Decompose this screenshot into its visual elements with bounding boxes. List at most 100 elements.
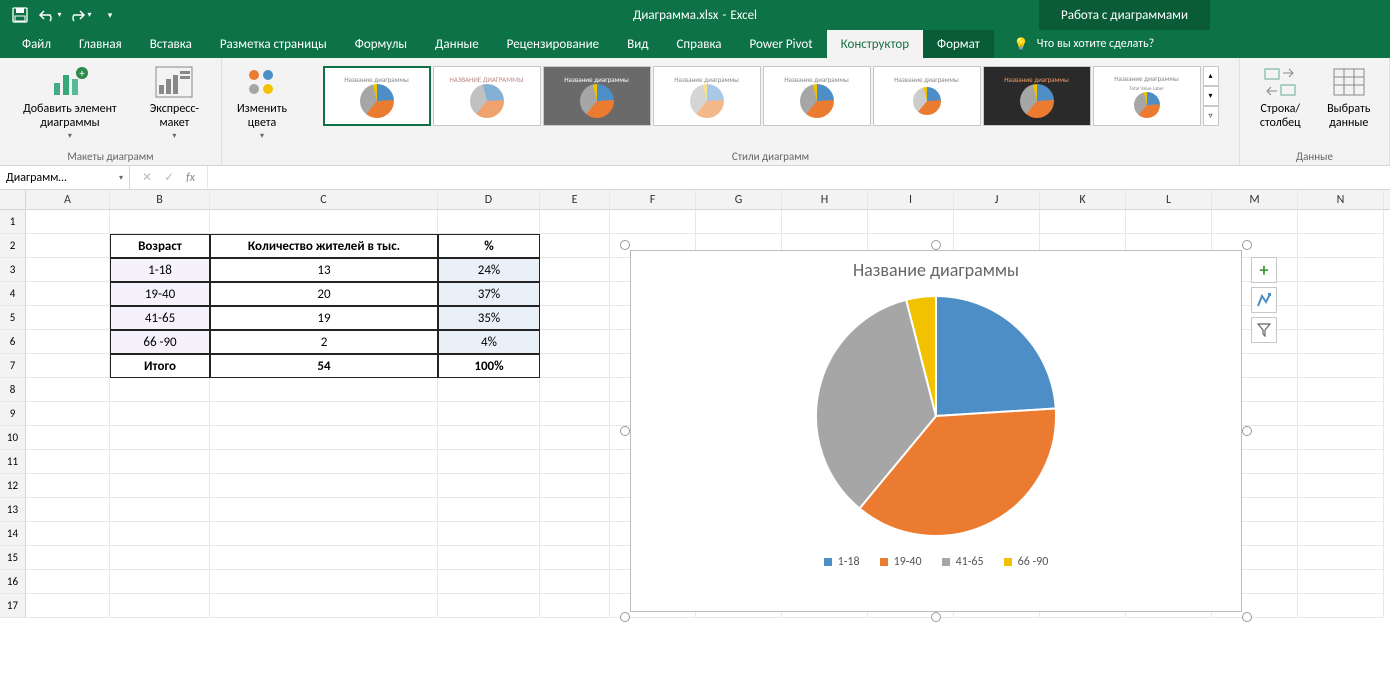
- cell-N3[interactable]: [1298, 258, 1384, 282]
- cell-E4[interactable]: [540, 282, 610, 306]
- cell-G1[interactable]: [696, 210, 782, 234]
- undo-button[interactable]: ▾: [36, 2, 64, 28]
- cell-B1[interactable]: [110, 210, 210, 234]
- cell-D5[interactable]: 35%: [438, 306, 540, 330]
- col-header-E[interactable]: E: [540, 190, 610, 209]
- cell-B2[interactable]: Возраст: [110, 234, 210, 258]
- row-header-15[interactable]: 15: [0, 546, 25, 570]
- cell-D6[interactable]: 4%: [438, 330, 540, 354]
- cell-C16[interactable]: [210, 570, 438, 594]
- cell-E6[interactable]: [540, 330, 610, 354]
- cell-B8[interactable]: [110, 378, 210, 402]
- cell-N13[interactable]: [1298, 498, 1384, 522]
- cell-C4[interactable]: 20: [210, 282, 438, 306]
- chart-style-7[interactable]: Название диаграммы: [983, 66, 1091, 126]
- cell-A4[interactable]: [26, 282, 110, 306]
- cell-E13[interactable]: [540, 498, 610, 522]
- col-header-L[interactable]: L: [1126, 190, 1212, 209]
- chart-style-8[interactable]: Название диаграммыTotal Value Label: [1093, 66, 1201, 126]
- cell-N15[interactable]: [1298, 546, 1384, 570]
- row-header-14[interactable]: 14: [0, 522, 25, 546]
- cell-A15[interactable]: [26, 546, 110, 570]
- col-header-A[interactable]: A: [26, 190, 110, 209]
- fx-icon[interactable]: fx: [186, 171, 195, 185]
- quick-layout-button[interactable]: Экспресс- макет ▾: [136, 62, 213, 143]
- cell-J1[interactable]: [954, 210, 1040, 234]
- cell-E16[interactable]: [540, 570, 610, 594]
- tab-file[interactable]: Файл: [8, 30, 65, 58]
- cell-A2[interactable]: [26, 234, 110, 258]
- cell-C15[interactable]: [210, 546, 438, 570]
- cell-C3[interactable]: 13: [210, 258, 438, 282]
- chart-style-2[interactable]: НАЗВАНИЕ ДИАГРАММЫ: [433, 66, 541, 126]
- cell-C14[interactable]: [210, 522, 438, 546]
- cell-C2[interactable]: Количество жителей в тыс.: [210, 234, 438, 258]
- add-chart-element-button[interactable]: + Добавить элемент диаграммы ▾: [8, 62, 132, 143]
- cell-C9[interactable]: [210, 402, 438, 426]
- cell-F1[interactable]: [610, 210, 696, 234]
- cell-C8[interactable]: [210, 378, 438, 402]
- cell-N5[interactable]: [1298, 306, 1384, 330]
- col-header-D[interactable]: D: [438, 190, 540, 209]
- cell-I1[interactable]: [868, 210, 954, 234]
- col-header-C[interactable]: C: [210, 190, 438, 209]
- cell-B10[interactable]: [110, 426, 210, 450]
- cell-D4[interactable]: 37%: [438, 282, 540, 306]
- cell-B6[interactable]: 66 -90: [110, 330, 210, 354]
- chart-style-1[interactable]: Название диаграммы: [323, 66, 431, 126]
- cell-B5[interactable]: 41-65: [110, 306, 210, 330]
- cells-area[interactable]: ВозрастКоличество жителей в тыс.%1-18132…: [26, 210, 1390, 618]
- gallery-expand[interactable]: ▿: [1203, 106, 1219, 126]
- row-header-3[interactable]: 3: [0, 258, 25, 282]
- cell-D11[interactable]: [438, 450, 540, 474]
- cell-B16[interactable]: [110, 570, 210, 594]
- qat-customize[interactable]: ▾: [96, 2, 124, 28]
- save-button[interactable]: [6, 2, 34, 28]
- row-header-9[interactable]: 9: [0, 402, 25, 426]
- cell-E15[interactable]: [540, 546, 610, 570]
- cell-A16[interactable]: [26, 570, 110, 594]
- cell-D3[interactable]: 24%: [438, 258, 540, 282]
- row-header-7[interactable]: 7: [0, 354, 25, 378]
- cell-M1[interactable]: [1212, 210, 1298, 234]
- chart-legend[interactable]: 1-1819-4041-6566 -90: [631, 555, 1241, 569]
- tab-review[interactable]: Рецензирование: [493, 30, 613, 58]
- tab-view[interactable]: Вид: [613, 30, 662, 58]
- tab-chart-design[interactable]: Конструктор: [827, 30, 923, 58]
- chart-elements-button[interactable]: +: [1251, 257, 1277, 283]
- tab-help[interactable]: Справка: [662, 30, 735, 58]
- tell-me-search[interactable]: 💡 Что вы хотите сделать?: [1000, 30, 1168, 58]
- col-header-G[interactable]: G: [696, 190, 782, 209]
- cell-A9[interactable]: [26, 402, 110, 426]
- cell-A11[interactable]: [26, 450, 110, 474]
- cell-B9[interactable]: [110, 402, 210, 426]
- row-header-1[interactable]: 1: [0, 210, 25, 234]
- row-header-11[interactable]: 11: [0, 450, 25, 474]
- tab-powerpivot[interactable]: Power Pivot: [736, 30, 827, 58]
- gallery-scroll-down[interactable]: ▾: [1203, 86, 1219, 106]
- cell-D14[interactable]: [438, 522, 540, 546]
- col-header-F[interactable]: F: [610, 190, 696, 209]
- cell-E9[interactable]: [540, 402, 610, 426]
- cell-E10[interactable]: [540, 426, 610, 450]
- cell-E1[interactable]: [540, 210, 610, 234]
- row-header-2[interactable]: 2: [0, 234, 25, 258]
- cell-D9[interactable]: [438, 402, 540, 426]
- cell-E8[interactable]: [540, 378, 610, 402]
- cell-E17[interactable]: [540, 594, 610, 618]
- cell-C1[interactable]: [210, 210, 438, 234]
- cell-D8[interactable]: [438, 378, 540, 402]
- cell-D1[interactable]: [438, 210, 540, 234]
- gallery-scroll-up[interactable]: ▴: [1203, 66, 1219, 86]
- chart-title[interactable]: Название диаграммы: [631, 259, 1241, 281]
- cell-A1[interactable]: [26, 210, 110, 234]
- cell-D16[interactable]: [438, 570, 540, 594]
- col-header-M[interactable]: M: [1212, 190, 1298, 209]
- pie-slice-1-18[interactable]: [936, 296, 1056, 416]
- cell-N8[interactable]: [1298, 378, 1384, 402]
- cell-B11[interactable]: [110, 450, 210, 474]
- tab-chart-format[interactable]: Формат: [923, 30, 994, 58]
- legend-item-66 -90[interactable]: 66 -90: [1004, 555, 1049, 569]
- cell-E3[interactable]: [540, 258, 610, 282]
- cell-B15[interactable]: [110, 546, 210, 570]
